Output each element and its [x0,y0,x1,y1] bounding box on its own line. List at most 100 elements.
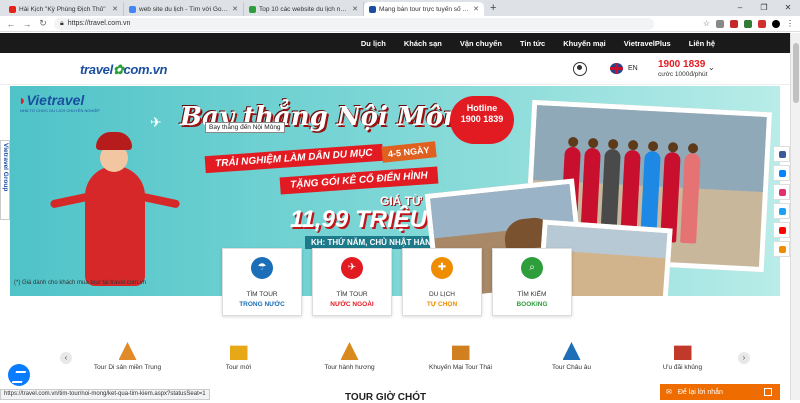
top-nav-item[interactable]: Tin tức [520,39,545,48]
ferris-wheel-icon [562,342,581,360]
social-share-button[interactable] [773,184,790,200]
site-header: travel✿com.vn EN 1900 1839 cước 1000đ/ph… [0,53,790,85]
tab-close-icon[interactable]: ✕ [112,5,118,13]
category-item[interactable]: Tour mới [189,342,289,371]
search-card[interactable]: ✈ TÌM TOUR NƯỚC NGOÀI [312,248,392,316]
card-line1: TÌM TOUR [336,291,368,298]
social-share-button[interactable] [773,203,790,219]
card-line2: BOOKING [516,301,548,308]
forward-icon[interactable]: → [22,19,32,29]
top-nav-item[interactable]: Khách sạn [404,39,442,48]
chat-bubble-icon: ✉ [666,389,672,396]
address-bar[interactable]: 🔒︎ https://travel.com.vn [54,17,654,30]
carousel-prev-button[interactable]: ‹ [60,352,72,364]
browser-tab[interactable]: Hài Kịch "Kỳ Phùng Địch Thủ" ✕ [4,2,124,16]
carousel-next-button[interactable]: › [738,352,750,364]
vietravel-logo: ◗Vietravel [18,92,84,108]
search-cards: ☂ TÌM TOUR TRONG NƯỚC ✈ TÌM TOUR NƯỚC NGOÀI ✚ D… [222,248,572,316]
fan-icon [118,342,137,360]
chat-label: Để lại lời nhắn [677,388,723,396]
top-nav-item[interactable]: Du lịch [361,39,386,48]
top-nav-item[interactable]: Liên hệ [689,39,715,48]
maximize-button[interactable]: ❐ [752,0,776,16]
top-nav-item[interactable]: Khuyến mại [563,39,606,48]
vietravel-group-side-tab[interactable]: Vietravel Group [0,140,10,220]
leave-message-bar[interactable]: ✉ Để lại lời nhắn [660,384,780,400]
pagoda-icon [451,345,470,360]
category-item[interactable]: Tour Châu âu [522,342,622,371]
category-item[interactable]: Tour Di sản miền Trung [78,342,178,371]
logo-text-2: com.vn [123,62,168,77]
user-account-icon[interactable] [573,62,587,76]
page-scrollbar[interactable] [790,33,800,400]
brand-subtitle: NHÀ TỔ CHỨC DU LỊCH CHUYÊN NGHIỆP [20,108,100,113]
tab-favicon-icon [369,5,376,13]
logo-leaf-icon: ✿ [112,62,124,77]
card-glyph: ✈ [347,262,357,273]
brand-text: Vietravel [26,92,85,108]
tab-title: Hài Kịch "Kỳ Phùng Địch Thủ" [19,5,106,13]
social-share-button[interactable] [773,222,790,238]
uk-flag-icon[interactable] [610,63,623,74]
new-badge-icon [229,345,248,360]
extension-icon-5[interactable] [772,19,780,28]
temple-icon [340,342,359,360]
category-label: Tour Di sản miền Trung [93,364,162,371]
social-icon [779,208,786,215]
price-amount: 11,99 TRIỆU [290,206,427,233]
hotline-rate: cước 1000đ/phút [658,71,708,78]
tab-close-icon[interactable]: ✕ [352,5,358,13]
tab-title: Top 10 các website du lịch nổi tiếng [259,5,349,13]
menu-kebab-icon[interactable]: ⋮ [786,19,794,28]
tab-title: web site du lịch - Tìm với Google [139,5,230,13]
category-item[interactable]: Khuyến Mại Tour Thái [411,342,511,371]
top-nav-item[interactable]: VietravelPlus [624,39,671,48]
tab-close-icon[interactable]: ✕ [232,5,238,13]
card-line1: DU LỊCH [428,291,455,298]
card-glyph: ☂ [257,262,267,273]
browser-tab[interactable]: Top 10 các website du lịch nổi tiếng✕ [244,2,364,16]
header-hotline[interactable]: 1900 1839 [658,59,705,70]
browser-tab[interactable]: web site du lịch - Tìm với Google ✕ [124,2,244,16]
category-label: Ưu đãi khủng [662,364,703,371]
reload-icon[interactable]: ↻ [38,18,48,29]
language-label[interactable]: EN [628,65,638,72]
search-card[interactable]: ☂ TÌM TOUR TRONG NƯỚC [222,248,302,316]
expand-chat-icon[interactable] [764,388,772,396]
social-share-button[interactable] [773,241,790,257]
extension-icon-2[interactable] [730,19,738,28]
browser-tab[interactable]: Mạng bán tour trực tuyến số 1 tại ✕ [364,2,484,16]
chevron-down-icon[interactable]: ⌄ [708,63,715,72]
extension-icons: ☆ ⋮ [703,19,794,28]
bookmark-star-icon[interactable]: ☆ [703,19,710,28]
ribbon-experience: TRẢI NGHIỆM LÀM DÂN DU MỤC [204,143,384,174]
search-card[interactable]: ⌕ TÌM KIẾM BOOKING [492,248,572,316]
search-card[interactable]: ✚ DU LỊCH TỰ CHỌN [402,248,482,316]
category-item[interactable]: Tour hành hương [300,342,400,371]
social-icon [779,151,786,158]
tab-close-icon[interactable]: ✕ [473,5,479,13]
card-line2: NƯỚC NGOÀI [330,301,374,308]
beach-icon: ☂ [251,257,273,279]
close-window-button[interactable]: ✕ [776,0,800,16]
social-icon [779,170,786,177]
site-top-nav: Du lịch Khách sạn Vận chuyển Tin tức Khuyến … [0,33,790,53]
social-share-button[interactable] [773,165,790,181]
social-share-button[interactable] [773,146,790,162]
card-line1: TÌM TOUR [246,291,278,298]
extension-icon-4[interactable] [758,19,766,28]
search-icon: ⌕ [521,257,543,279]
extension-icon-1[interactable] [716,19,724,28]
logo-text-1: travel [80,62,113,77]
back-icon[interactable]: ← [6,19,16,29]
scrollbar-thumb[interactable] [793,43,799,103]
new-tab-button[interactable]: + [484,2,502,16]
top-nav-item[interactable]: Vận chuyển [460,39,502,48]
category-item[interactable]: Ưu đãi khủng [633,342,733,371]
site-logo[interactable]: travel✿com.vn [80,62,168,78]
minimize-button[interactable]: – [728,0,752,16]
url-text: https://travel.com.vn [67,20,131,27]
messenger-chat-icon[interactable] [8,364,30,386]
extension-icon-3[interactable] [744,19,752,28]
category-label: Tour mới [225,364,252,371]
